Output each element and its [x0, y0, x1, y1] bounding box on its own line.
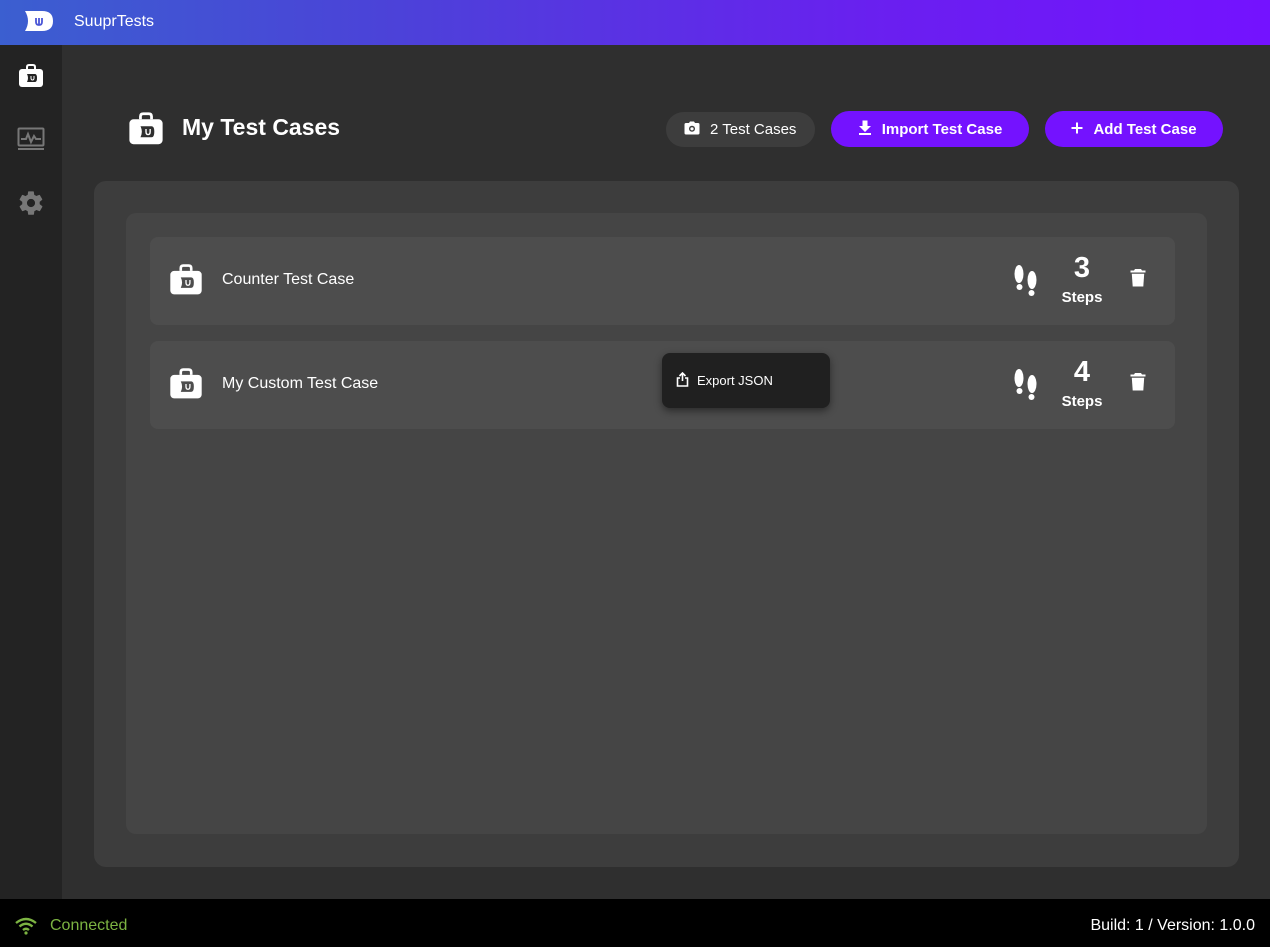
sidebar-item-test-cases[interactable] [14, 61, 48, 95]
test-case-name: Counter Test Case [222, 271, 355, 288]
monitor-activity-icon [17, 127, 45, 156]
suitcase-icon [18, 63, 44, 93]
camera-icon [684, 121, 700, 139]
footsteps-icon [1012, 367, 1040, 403]
delete-button[interactable] [1128, 268, 1148, 292]
sidebar-item-monitor[interactable] [14, 124, 48, 158]
sidebar-item-settings[interactable] [14, 188, 48, 222]
steps-count: 3 [1073, 252, 1091, 284]
test-case-row[interactable]: Counter Test Case 3 Steps [150, 237, 1175, 325]
plus-icon [1071, 121, 1083, 138]
trash-icon [1130, 268, 1146, 292]
import-test-case-button[interactable]: Import Test Case [831, 111, 1029, 147]
status-bar [0, 899, 1270, 947]
import-test-case-label: Import Test Case [881, 120, 1003, 138]
version-info: Build: 1 / Version: 1.0.0 [1090, 917, 1255, 934]
test-case-count-chip: 2 Test Cases [666, 112, 815, 147]
test-case-count-label: 2 Test Cases [710, 121, 797, 138]
app-logo-icon [22, 8, 54, 34]
gear-icon [17, 189, 45, 222]
footsteps-icon [1012, 263, 1040, 299]
trash-icon [1130, 372, 1146, 396]
suitcase-icon [169, 368, 203, 400]
wifi-icon [15, 917, 37, 935]
steps-label: Steps [1061, 393, 1103, 410]
add-test-case-label: Add Test Case [1093, 120, 1197, 138]
download-icon [858, 120, 872, 139]
suitcase-icon [169, 264, 203, 296]
steps-count: 4 [1073, 356, 1091, 388]
sidebar [0, 45, 62, 899]
export-json-label: Export JSON [697, 373, 773, 388]
app-title: SuuprTests [74, 13, 155, 30]
suitcase-icon [128, 112, 164, 146]
delete-button[interactable] [1128, 372, 1148, 396]
add-test-case-button[interactable]: Add Test Case [1045, 111, 1223, 147]
test-case-name: My Custom Test Case [222, 375, 379, 392]
title-bar: SuuprTests [0, 0, 1270, 45]
page-title: My Test Cases [182, 114, 341, 140]
export-json-menu-item[interactable]: Export JSON [662, 353, 830, 408]
connection-status: Connected [50, 917, 128, 934]
steps-label: Steps [1061, 289, 1103, 306]
share-icon [676, 371, 689, 390]
